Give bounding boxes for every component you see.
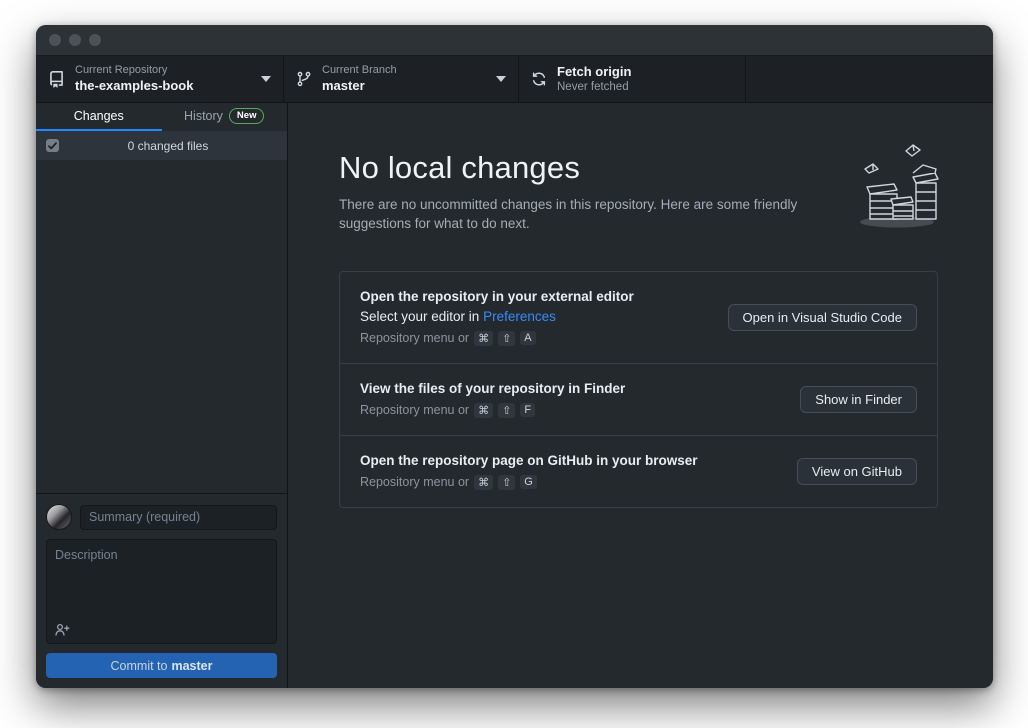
key-letter: G: [520, 475, 537, 489]
select-all-checkbox[interactable]: [46, 139, 59, 152]
key-cmd: ⌘: [474, 403, 493, 418]
close-button[interactable]: [49, 34, 61, 46]
open-in-editor-button[interactable]: Open in Visual Studio Code: [728, 304, 917, 331]
view-on-github-button[interactable]: View on GitHub: [797, 458, 917, 485]
page-subtitle: There are no uncommitted changes in this…: [339, 196, 847, 234]
key-cmd: ⌘: [474, 331, 493, 346]
add-coauthor-icon[interactable]: [55, 623, 70, 636]
main-content: No local changes There are no uncommitte…: [288, 103, 993, 688]
show-in-finder-button[interactable]: Show in Finder: [800, 386, 917, 413]
key-shift: ⇧: [498, 475, 515, 490]
check-icon: [48, 142, 57, 150]
app-body: Changes History New 0 changed files: [36, 103, 993, 688]
suggestion-show-in-finder: View the files of your repository in Fin…: [340, 363, 937, 435]
commit-panel: Commit to master: [36, 493, 287, 688]
tab-changes-label: Changes: [74, 109, 124, 123]
new-badge: New: [229, 108, 265, 123]
shortcut-prefix: Repository menu or: [360, 331, 469, 345]
sidebar-tabs: Changes History New: [36, 103, 287, 131]
maximize-button[interactable]: [89, 34, 101, 46]
titlebar[interactable]: [36, 25, 993, 55]
suggestion-title: Open the repository in your external edi…: [360, 289, 728, 304]
chevron-down-icon: [261, 76, 271, 82]
suggestion-title: View the files of your repository in Fin…: [360, 381, 800, 396]
tab-changes[interactable]: Changes: [36, 103, 162, 131]
shortcut-prefix: Repository menu or: [360, 403, 469, 417]
changed-files-count: 0 changed files: [59, 139, 277, 153]
commit-button-branch: master: [171, 659, 212, 673]
suggestions-list: Open the repository in your external edi…: [339, 271, 938, 508]
minimize-button[interactable]: [69, 34, 81, 46]
changed-files-row: 0 changed files: [36, 131, 287, 160]
current-branch-value: master: [322, 78, 486, 94]
paper-stack-illustration: [851, 143, 943, 231]
preferences-link[interactable]: Preferences: [483, 309, 556, 324]
shortcut-hint: Repository menu or ⌘ ⇧ G: [360, 475, 797, 490]
repo-icon: [48, 71, 65, 88]
fetch-origin-status: Never fetched: [557, 80, 733, 94]
current-branch-dropdown[interactable]: Current Branch master: [284, 56, 519, 102]
tab-history[interactable]: History New: [162, 103, 288, 131]
key-letter: A: [520, 331, 535, 345]
github-desktop-window: Current Repository the-examples-book Cur…: [36, 25, 993, 688]
commit-description-input[interactable]: [47, 540, 276, 643]
key-letter: F: [520, 403, 535, 417]
current-repository-value: the-examples-book: [75, 78, 251, 94]
commit-description-box: [46, 539, 277, 644]
tab-history-label: History: [184, 109, 223, 123]
chevron-down-icon: [496, 76, 506, 82]
commit-button-prefix: Commit to: [111, 659, 168, 673]
git-branch-icon: [296, 71, 312, 87]
suggestion-title: Open the repository page on GitHub in yo…: [360, 453, 797, 468]
commit-summary-input[interactable]: [80, 505, 277, 530]
fetch-origin-label: Fetch origin: [557, 64, 733, 80]
commit-button[interactable]: Commit to master: [46, 653, 277, 678]
toolbar-empty-space: [746, 56, 993, 102]
avatar: [46, 504, 72, 530]
shortcut-prefix: Repository menu or: [360, 475, 469, 489]
editor-line-text: Select your editor in: [360, 309, 483, 324]
key-cmd: ⌘: [474, 475, 493, 490]
current-branch-label: Current Branch: [322, 64, 486, 78]
key-shift: ⇧: [498, 331, 515, 346]
suggestion-editor-line: Select your editor in Preferences: [360, 309, 728, 324]
sync-icon: [531, 71, 547, 87]
sidebar: Changes History New 0 changed files: [36, 103, 288, 688]
shortcut-hint: Repository menu or ⌘ ⇧ F: [360, 403, 800, 418]
changes-list-empty: [36, 160, 287, 493]
suggestion-external-editor: Open the repository in your external edi…: [340, 272, 937, 363]
current-repository-dropdown[interactable]: Current Repository the-examples-book: [36, 56, 284, 102]
fetch-origin-button[interactable]: Fetch origin Never fetched: [519, 56, 746, 102]
key-shift: ⇧: [498, 403, 515, 418]
suggestion-view-on-github: Open the repository page on GitHub in yo…: [340, 435, 937, 507]
shortcut-hint: Repository menu or ⌘ ⇧ A: [360, 331, 728, 346]
current-repository-label: Current Repository: [75, 64, 251, 78]
toolbar: Current Repository the-examples-book Cur…: [36, 55, 993, 103]
